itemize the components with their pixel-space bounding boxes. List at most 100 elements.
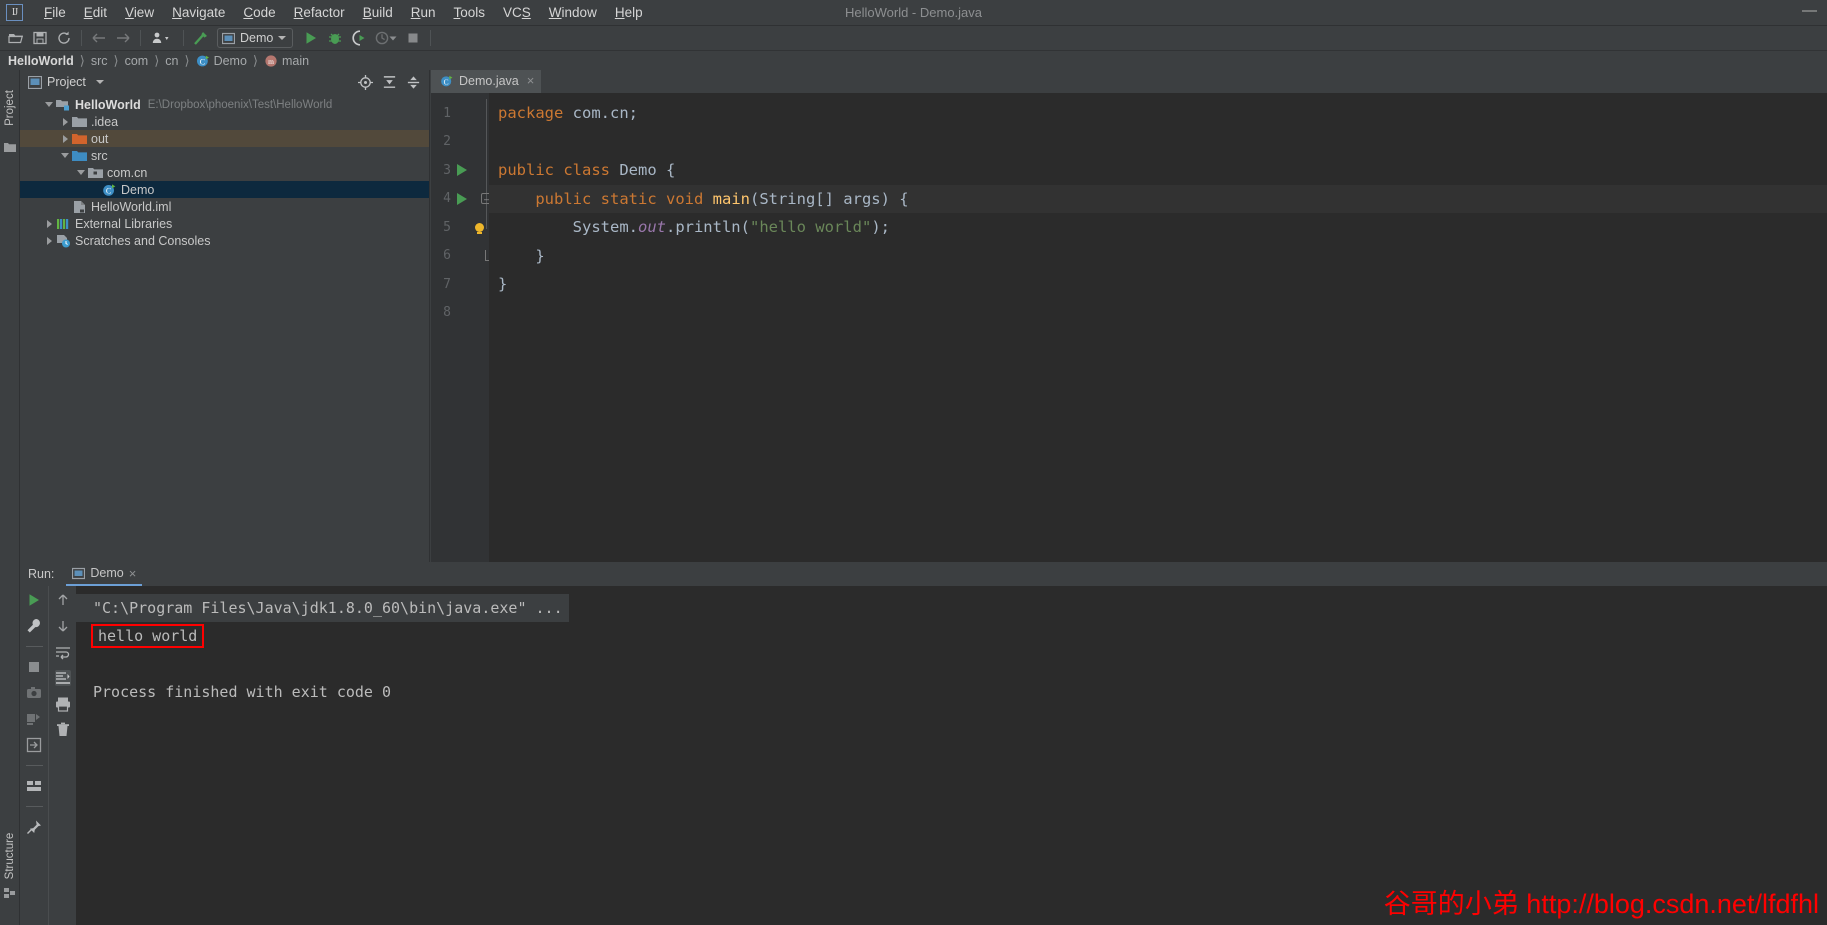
gutter-line: 4 – bbox=[431, 185, 492, 214]
wrench-settings-icon[interactable] bbox=[26, 618, 42, 634]
console-blank-row bbox=[76, 650, 1827, 678]
collapse-all-icon[interactable] bbox=[382, 75, 397, 90]
breadcrumb-item-cn[interactable]: cn bbox=[165, 54, 178, 68]
tree-row-helloworld[interactable]: HelloWorld E:\Dropbox\phoenix\Test\Hello… bbox=[20, 96, 429, 113]
twisty-right-icon[interactable] bbox=[42, 216, 56, 231]
tree-label: Demo bbox=[121, 182, 155, 197]
breadcrumb-project[interactable]: HelloWorld bbox=[8, 54, 74, 68]
menu-item-vcs[interactable]: VCS bbox=[494, 3, 540, 22]
run-configuration-selector[interactable]: Demo bbox=[217, 28, 294, 48]
menu-item-view[interactable]: View bbox=[116, 3, 163, 22]
make-project-icon[interactable] bbox=[189, 27, 213, 49]
tree-row-scratches-and-consoles[interactable]: Scratches and Consoles bbox=[20, 232, 429, 249]
code-text[interactable]: package com.cn; public class Demo { publ… bbox=[489, 93, 1827, 562]
soft-wrap-icon[interactable] bbox=[55, 644, 71, 660]
tree-row-helloworld-iml[interactable]: HelloWorld.iml bbox=[20, 198, 429, 215]
menu-item-help[interactable]: Help bbox=[606, 3, 652, 22]
print-icon[interactable] bbox=[55, 696, 71, 712]
console-output-row: hello world bbox=[76, 622, 1827, 650]
line-number: 6 bbox=[443, 248, 451, 264]
debug-button[interactable] bbox=[323, 27, 347, 49]
menu-item-refactor[interactable]: Refactor bbox=[285, 3, 354, 22]
breadcrumb-separator: ⟩ bbox=[113, 52, 119, 68]
menu-item-tools[interactable]: Tools bbox=[445, 3, 495, 22]
editor-tab-demo-java[interactable]: C Demo.java × bbox=[431, 70, 542, 93]
folder-icon[interactable] bbox=[4, 142, 16, 152]
breadcrumb-item-src[interactable]: src bbox=[91, 54, 108, 68]
menu-item-edit[interactable]: Edit bbox=[75, 3, 116, 22]
layout-icon[interactable] bbox=[26, 778, 42, 794]
structure-icon[interactable] bbox=[4, 888, 16, 898]
rerun-icon[interactable] bbox=[26, 592, 42, 608]
expand-all-icon[interactable] bbox=[406, 75, 421, 90]
iml-file-icon bbox=[74, 200, 85, 213]
trash-icon[interactable] bbox=[55, 722, 71, 738]
minimize-button[interactable]: — bbox=[1802, 2, 1817, 19]
menu-item-window[interactable]: Window bbox=[540, 3, 606, 22]
run-tab-demo[interactable]: Demo × bbox=[66, 563, 143, 586]
gutter-line: 8 bbox=[431, 299, 489, 328]
line-number: 2 bbox=[443, 134, 451, 150]
close-icon[interactable]: × bbox=[129, 566, 137, 581]
tree-row-com-cn[interactable]: com.cn bbox=[20, 164, 429, 181]
tree-row-idea[interactable]: .idea bbox=[20, 113, 429, 130]
main-toolbar: Demo bbox=[0, 26, 1827, 51]
run-side-toolbar-left bbox=[20, 586, 48, 925]
menu-item-run[interactable]: Run bbox=[402, 3, 445, 22]
tree-label: HelloWorld.iml bbox=[91, 199, 172, 214]
camera-dump-icon[interactable] bbox=[26, 685, 42, 701]
tool-window-tab-structure[interactable]: Structure bbox=[4, 830, 16, 882]
open-folder-icon[interactable] bbox=[4, 27, 28, 49]
close-icon[interactable]: × bbox=[527, 73, 535, 88]
code-editor[interactable]: 1 2 3 4 – 5 6 7 8 package com.cn; public… bbox=[431, 93, 1827, 562]
run-method-gutter-icon[interactable] bbox=[457, 192, 467, 205]
tree-row-demo[interactable]: C Demo bbox=[20, 181, 429, 198]
chevron-down-icon[interactable] bbox=[95, 80, 104, 84]
scroll-to-end-icon[interactable] bbox=[54, 670, 71, 686]
locate-icon[interactable] bbox=[358, 74, 373, 90]
forward-arrow-icon[interactable] bbox=[111, 27, 135, 49]
update-project-icon[interactable] bbox=[146, 27, 178, 49]
pin-icon[interactable] bbox=[26, 819, 42, 835]
twisty-right-icon[interactable] bbox=[58, 114, 72, 129]
stop-button[interactable] bbox=[401, 27, 425, 49]
twisty-right-icon[interactable] bbox=[42, 233, 56, 248]
breadcrumb-item-main[interactable]: main bbox=[282, 54, 309, 68]
tree-row-src[interactable]: src bbox=[20, 147, 429, 164]
menu-item-code[interactable]: Code bbox=[234, 3, 284, 22]
breadcrumb-item-com[interactable]: com bbox=[125, 54, 149, 68]
run-tool-window: Run: Demo × "C:\Program Files\Java\jdk1.… bbox=[20, 562, 1827, 925]
thread-dump-icon[interactable] bbox=[26, 711, 42, 727]
left-tool-stripe: Project Structure bbox=[0, 70, 20, 925]
twisty-right-icon[interactable] bbox=[58, 131, 72, 146]
run-class-gutter-icon[interactable] bbox=[457, 164, 467, 177]
twisty-down-icon[interactable] bbox=[42, 97, 56, 112]
tree-row-out[interactable]: out bbox=[20, 130, 429, 147]
gutter-line: 6 bbox=[431, 242, 492, 271]
breadcrumb-item-demo[interactable]: Demo bbox=[214, 54, 247, 68]
editor-gutter[interactable]: 1 2 3 4 – 5 6 7 8 bbox=[431, 93, 492, 562]
menu-item-build[interactable]: Build bbox=[354, 3, 402, 22]
sync-icon[interactable] bbox=[52, 27, 76, 49]
menu-item-navigate[interactable]: Navigate bbox=[163, 3, 234, 22]
twisty-down-icon[interactable] bbox=[58, 148, 72, 163]
tree-row-external-libraries[interactable]: External Libraries bbox=[20, 215, 429, 232]
export-icon[interactable] bbox=[26, 737, 42, 753]
tool-window-tab-project[interactable]: Project bbox=[4, 82, 16, 134]
up-arrow-icon[interactable] bbox=[55, 592, 71, 608]
svg-text:m: m bbox=[268, 57, 274, 66]
menu-item-file[interactable]: File bbox=[35, 3, 75, 22]
run-button[interactable] bbox=[299, 27, 323, 49]
save-all-icon[interactable] bbox=[28, 27, 52, 49]
settings-gear-icon[interactable] bbox=[1803, 69, 1827, 91]
twisty-down-icon[interactable] bbox=[74, 165, 88, 180]
tree-label: HelloWorld bbox=[75, 97, 141, 112]
profile-button[interactable] bbox=[371, 27, 401, 49]
intention-bulb-icon[interactable] bbox=[475, 222, 484, 234]
gutter-line: 7 bbox=[431, 270, 489, 299]
stop-icon[interactable] bbox=[26, 659, 42, 675]
run-console[interactable]: "C:\Program Files\Java\jdk1.8.0_60\bin\j… bbox=[76, 586, 1827, 925]
down-arrow-icon[interactable] bbox=[55, 618, 71, 634]
back-arrow-icon[interactable] bbox=[87, 27, 111, 49]
run-with-coverage-button[interactable] bbox=[347, 27, 371, 49]
